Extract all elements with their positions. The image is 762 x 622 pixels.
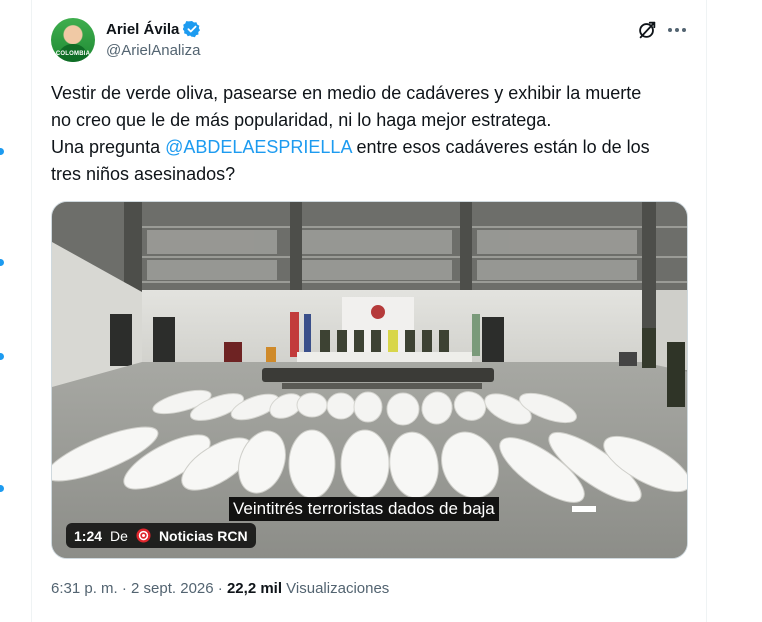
author-handle[interactable]: @ArielAnaliza — [106, 42, 200, 59]
rail-indicator-dot — [0, 148, 4, 155]
more-options-icon[interactable] — [665, 19, 689, 41]
rcn-logo-icon — [136, 528, 151, 543]
video-info-pill[interactable]: 1:24 De Noticias RCN — [66, 523, 256, 548]
tweet-metadata: 6:31 p. m. · 2 sept. 2026 · 22,2 mil Vis… — [51, 580, 389, 597]
mention-link[interactable]: @ABDELAESPRIELLA — [165, 137, 351, 157]
tweet-text-line: tres niños asesinados? — [51, 164, 236, 184]
column-divider-right — [706, 0, 707, 622]
video-duration: 1:24 — [74, 527, 103, 544]
meta-separator: · — [117, 580, 132, 597]
video-from-label: De — [110, 527, 128, 544]
tweet-text-line: Una pregunta @ABDELAESPRIELLA entre esos… — [51, 134, 701, 161]
views-count[interactable]: 22,2 mil — [227, 580, 282, 597]
author-display-name[interactable]: Ariel Ávila — [106, 21, 179, 38]
tweet-date[interactable]: 2 sept. 2026 — [131, 580, 214, 597]
meta-separator: · — [213, 580, 227, 597]
rail-indicator-dot — [0, 259, 4, 266]
rail-indicator-dot — [0, 353, 4, 360]
tweet-time[interactable]: 6:31 p. m. — [51, 580, 118, 597]
tweet-text-line: no creo que le de más popularidad, ni lo… — [51, 110, 552, 130]
tweet-text-fragment: Una pregunta — [51, 137, 166, 157]
video-caption: Veintitrés terroristas dados de baja — [229, 497, 499, 521]
tweet[interactable]: COLOMBIA Ariel Ávila @ArielAnaliza Vesti… — [32, 0, 706, 622]
avatar-text: COLOMBIA — [55, 51, 91, 57]
tweet-text-line: Vestir de verde oliva, pasearse en medio… — [51, 83, 642, 103]
grok-icon[interactable] — [636, 19, 658, 41]
rail-indicator-dot — [0, 485, 4, 492]
views-label: Visualizaciones — [282, 580, 390, 597]
video-player[interactable]: Veintitrés terroristas dados de baja 1:2… — [51, 201, 688, 559]
tweet-text: Vestir de verde oliva, pasearse en medio… — [51, 80, 701, 188]
author-name-row: Ariel Ávila — [106, 19, 201, 39]
avatar[interactable]: COLOMBIA — [51, 18, 95, 62]
video-source-link[interactable]: Noticias RCN — [159, 528, 248, 544]
verified-badge-icon[interactable] — [183, 20, 201, 38]
left-rail — [0, 0, 8, 622]
tweet-text-fragment: entre esos cadáveres están lo de los — [351, 137, 650, 157]
